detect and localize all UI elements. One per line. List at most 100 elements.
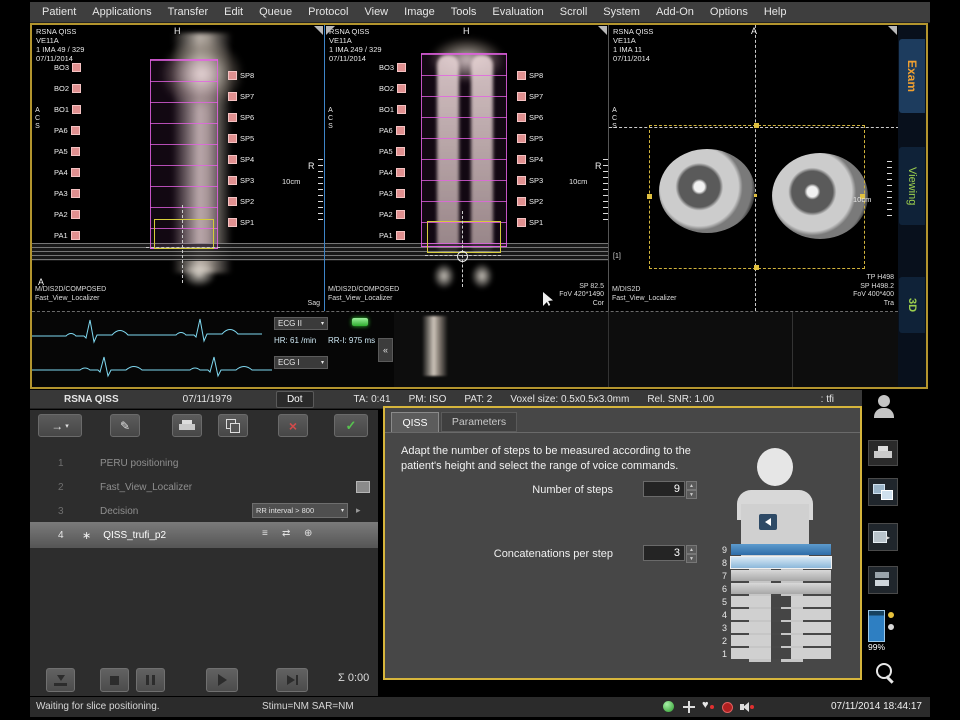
step-range-selector[interactable]: 9 8 7 6 — [715, 544, 831, 661]
tab-viewing[interactable]: Viewing — [899, 147, 925, 225]
slice-label[interactable]: SP4 — [517, 149, 543, 170]
slice-label[interactable]: PA1 — [379, 225, 406, 246]
slice-label[interactable]: SP6 — [517, 107, 543, 128]
spinner-up-button[interactable]: ▲ — [686, 481, 697, 490]
step-row[interactable]: 5 — [715, 596, 831, 607]
step-bar[interactable] — [731, 635, 831, 646]
menu-item[interactable]: Tools — [443, 6, 485, 18]
export-images-icon[interactable]: ▸ — [868, 523, 898, 551]
menu-item[interactable]: Add-On — [648, 6, 702, 18]
fov-handle-top[interactable] — [754, 123, 759, 128]
tab-parameters[interactable]: Parameters — [441, 412, 517, 432]
spinner-up-button[interactable]: ▲ — [686, 545, 697, 554]
step-bar[interactable] — [731, 609, 831, 620]
image-panel-sagittal[interactable]: RSNA QISSVE11A1 IMA 49 / 32907/11/2014 H… — [32, 25, 324, 311]
tab-3d[interactable]: 3D — [899, 277, 925, 333]
confirm-button[interactable]: ✓ — [334, 414, 368, 437]
ecg-lead-select-bottom[interactable]: ECG I▾ — [274, 356, 328, 369]
slice-label[interactable]: SP5 — [517, 128, 543, 149]
workflow-row-selected[interactable]: 4 ∗ QISS_trufi_p2 ≡ ⇄ ⊕ — [30, 522, 378, 548]
slice-label[interactable]: BO3 — [54, 57, 81, 78]
send-to-host-icon[interactable] — [868, 478, 898, 506]
slice-label[interactable]: SP8 — [228, 65, 254, 86]
step-row[interactable]: 6 — [715, 583, 831, 594]
qiss-group-box[interactable] — [154, 219, 214, 249]
image-stamp-icon[interactable] — [356, 481, 370, 493]
spinner-down-button[interactable]: ▼ — [686, 554, 697, 563]
pan-corner-icon[interactable] — [314, 26, 323, 35]
workflow-row[interactable]: 2 Fast_View_Localizer — [30, 475, 378, 499]
slice-label[interactable]: SP1 — [228, 212, 254, 233]
image-thumbnail[interactable] — [422, 316, 448, 376]
ecg-lead-select-top[interactable]: ECG II▾ — [274, 317, 328, 330]
slice-label[interactable]: PA5 — [379, 141, 406, 162]
step-bar[interactable] — [731, 622, 831, 633]
slice-label[interactable]: BO3 — [379, 57, 406, 78]
step-row[interactable]: 3 — [715, 622, 831, 633]
image-panel-coronal[interactable]: RSNA QISSVE11A1 IMA 249 / 32907/11/2014 … — [324, 25, 608, 311]
crosshair-center-circle[interactable] — [457, 251, 468, 262]
menu-item[interactable]: Scroll — [552, 6, 596, 18]
slice-label[interactable]: SP5 — [228, 128, 254, 149]
step-bar[interactable] — [731, 648, 831, 659]
system-ok-icon[interactable] — [663, 701, 674, 712]
menu-item[interactable]: Image — [396, 6, 443, 18]
tab-qiss[interactable]: QISS — [391, 412, 439, 432]
slice-label[interactable]: PA2 — [379, 204, 406, 225]
step-row[interactable]: 2 — [715, 635, 831, 646]
slice-label[interactable]: SP7 — [517, 86, 543, 107]
dot-engine-button[interactable]: Dot — [276, 391, 314, 408]
printer-icon[interactable] — [868, 440, 898, 466]
add-icon[interactable]: ⊕ — [304, 528, 312, 539]
slice-label[interactable]: SP6 — [228, 107, 254, 128]
copy-button[interactable] — [218, 414, 248, 437]
image-panel-axial[interactable]: RSNA QISSVE11A1 IMA 1107/11/2014 A ACS 1… — [608, 25, 898, 311]
slice-label[interactable]: BO1 — [379, 99, 406, 120]
slice-label[interactable]: BO2 — [379, 78, 406, 99]
menu-item[interactable]: Patient — [34, 6, 84, 18]
menu-item[interactable]: Protocol — [300, 6, 356, 18]
step-row[interactable]: 8 — [715, 557, 831, 568]
menu-item[interactable]: Transfer — [160, 6, 217, 18]
slice-label[interactable]: PA2 — [54, 204, 81, 225]
slice-label[interactable]: PA5 — [54, 141, 81, 162]
archive-icon[interactable] — [868, 566, 898, 594]
pan-corner-icon[interactable] — [598, 26, 607, 35]
slice-label[interactable]: SP2 — [517, 191, 543, 212]
film-strip[interactable] — [394, 312, 898, 387]
properties-icon[interactable]: ≡ — [262, 528, 268, 539]
slice-label[interactable]: BO2 — [54, 78, 81, 99]
slice-label[interactable]: BO1 — [54, 99, 81, 120]
fov-dashed-box[interactable] — [649, 125, 865, 269]
decision-dropdown[interactable]: RR interval > 800 ▾ — [252, 503, 348, 518]
menu-item[interactable]: Evaluation — [484, 6, 551, 18]
fov-handle-bottom[interactable] — [754, 265, 759, 270]
qiss-group-box[interactable] — [427, 221, 501, 253]
menu-item[interactable]: Options — [702, 6, 756, 18]
concatenations-input[interactable]: 3 — [643, 545, 685, 561]
step-bar[interactable] — [731, 557, 831, 568]
slice-label[interactable]: PA6 — [379, 120, 406, 141]
step-row[interactable]: 9 — [715, 544, 831, 555]
patient-head-icon[interactable] — [866, 392, 902, 422]
step-bar[interactable] — [731, 596, 831, 607]
record-status-icon[interactable] — [722, 702, 733, 713]
unload-queue-button[interactable] — [46, 668, 75, 692]
step-bar[interactable] — [731, 583, 831, 594]
step-row[interactable]: 4 — [715, 609, 831, 620]
speaker-mute-icon[interactable] — [740, 701, 754, 713]
slice-label[interactable]: SP7 — [228, 86, 254, 107]
menu-item[interactable]: Help — [756, 6, 795, 18]
pan-corner-icon[interactable] — [888, 26, 897, 35]
skip-button[interactable] — [276, 668, 308, 692]
print-button[interactable] — [172, 414, 202, 437]
slice-label[interactable]: PA3 — [54, 183, 81, 204]
slice-stack-overlay[interactable] — [421, 53, 507, 247]
slice-label[interactable]: SP8 — [517, 65, 543, 86]
slice-label[interactable]: SP2 — [228, 191, 254, 212]
step-bar[interactable] — [731, 544, 831, 555]
slice-label[interactable]: PA1 — [54, 225, 81, 246]
slice-label[interactable]: SP1 — [517, 212, 543, 233]
pan-corner-icon[interactable] — [326, 26, 335, 35]
continue-measurement-button[interactable]: → ▾ — [38, 414, 82, 437]
